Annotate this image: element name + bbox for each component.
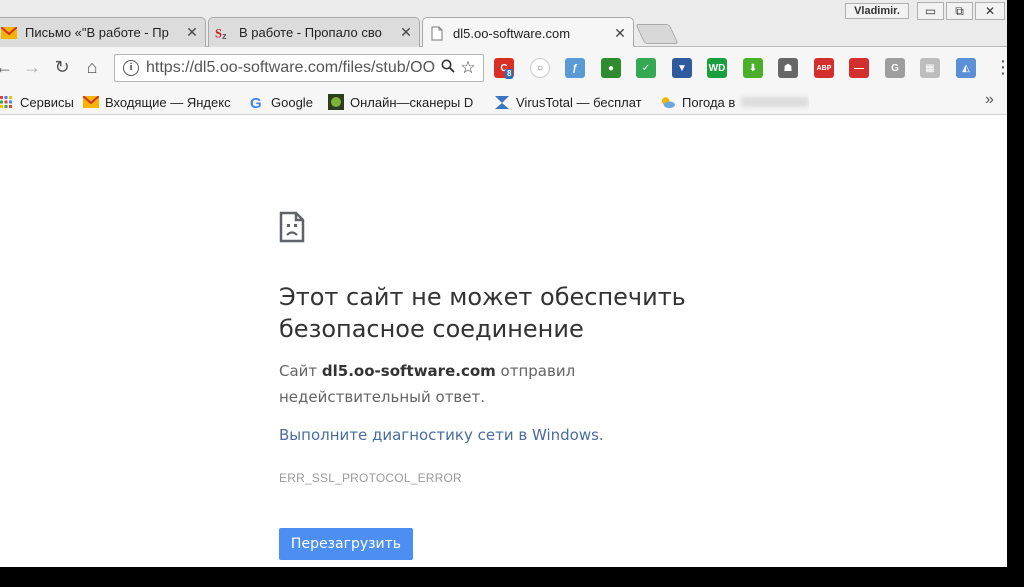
forward-button[interactable]: →: [22, 57, 42, 77]
download-arrow-extension-icon[interactable]: ⬇: [743, 58, 763, 78]
bookmark-label: VirusTotal — бесплат: [516, 94, 642, 110]
apps-grid-icon: [0, 94, 14, 110]
extension-badge: 8: [505, 69, 514, 79]
bookmark-star-icon[interactable]: ☆: [457, 58, 479, 78]
bookmark-label: Погода в: [682, 94, 736, 110]
svg-text:G: G: [250, 95, 262, 110]
wd-extension-icon[interactable]: WD: [707, 58, 727, 78]
sz-forum-icon: Sz: [215, 25, 231, 41]
redacted-text: [741, 97, 810, 107]
yandex-mail-icon: [83, 94, 99, 110]
tab-strip: Письмо «"В работе - Пр ✕ Sz В работе - П…: [0, 0, 1007, 48]
reload-button[interactable]: ↻: [52, 57, 72, 77]
svg-text:z: z: [222, 31, 227, 41]
url-text[interactable]: https://dl5.oo-software.com/files/stub/O…: [146, 59, 439, 77]
yandex-mail-icon: [1, 25, 17, 41]
shield-check-extension-icon[interactable]: ✓: [636, 58, 656, 78]
error-page: Этот сайт не может обеспечить безопасное…: [0, 116, 1007, 567]
abp-extension-icon[interactable]: ABP: [814, 58, 834, 78]
bookmark-label: Входящие — Яндекс: [105, 94, 231, 110]
frog-extension-icon[interactable]: ●: [601, 58, 621, 78]
tab-active-dl5[interactable]: dl5.oo-software.com ✕: [422, 17, 634, 48]
magnifier-extension-icon[interactable]: ○: [530, 58, 550, 78]
home-button[interactable]: ⌂: [82, 57, 102, 77]
g-extension-icon[interactable]: G: [885, 58, 905, 78]
grid-extension-icon[interactable]: ▦: [920, 58, 940, 78]
google-icon: G: [249, 94, 265, 110]
network-diagnostics-link[interactable]: Выполните диагностику сети в Windows.: [279, 426, 604, 444]
error-code: ERR_SSL_PROTOCOL_ERROR: [279, 471, 462, 485]
error-domain: dl5.oo-software.com: [321, 362, 496, 380]
bookmark-virustotal[interactable]: VirusTotal — бесплат: [494, 93, 644, 111]
tab-yandex-mail[interactable]: Письмо «"В работе - Пр ✕: [0, 17, 206, 47]
address-bar[interactable]: i https://dl5.oo-software.com/files/stub…: [114, 54, 484, 82]
scanner-icon: [328, 94, 344, 110]
profile-button[interactable]: Vladimir.: [845, 3, 909, 19]
tab-title: dl5.oo-software.com: [453, 25, 571, 41]
toolbar: ← → ↻ ⌂ i https://dl5.oo-software.com/fi…: [0, 47, 1007, 87]
broken-page-icon: [279, 211, 305, 248]
shield-extension-icon[interactable]: ▼: [672, 58, 692, 78]
svg-text:S: S: [215, 26, 222, 40]
close-icon[interactable]: ✕: [611, 25, 629, 42]
counter-extension-icon[interactable]: C8: [494, 58, 514, 79]
virustotal-icon: [494, 94, 510, 110]
close-window-button[interactable]: ✕: [975, 2, 1005, 20]
bookmark-label: Google: [271, 94, 313, 110]
info-icon[interactable]: i: [123, 60, 139, 76]
tab-forum[interactable]: Sz В работе - Пропало сво ✕: [208, 17, 420, 47]
stylus-extension-icon[interactable]: ƒ: [565, 58, 585, 78]
back-button[interactable]: ←: [0, 57, 14, 77]
bookmark-online-scanners[interactable]: Онлайн—сканеры D: [328, 93, 480, 111]
tab-title: В работе - Пропало сво: [239, 25, 382, 40]
menu-icon[interactable]: ⋮: [994, 57, 1007, 77]
error-description: Сайт dl5.oo-software.com отправил недейс…: [279, 358, 719, 410]
tab-title: Письмо «"В работе - Пр: [25, 25, 169, 40]
weather-icon: [660, 94, 676, 110]
bookmark-label: Сервисы: [20, 94, 74, 110]
ghost-extension-icon[interactable]: ☗: [778, 58, 798, 78]
bookmark-services[interactable]: Сервисы: [0, 93, 74, 111]
error-heading: Этот сайт не может обеспечить безопасное…: [279, 283, 686, 343]
description-prefix: Сайт: [279, 362, 322, 380]
reload-page-button[interactable]: Перезагрузить: [279, 528, 413, 560]
close-icon[interactable]: ✕: [397, 24, 415, 41]
bookmark-google[interactable]: G Google: [249, 93, 313, 111]
bookmark-yandex-inbox[interactable]: Входящие — Яндекс: [83, 93, 233, 111]
bookmark-label: Онлайн—сканеры D: [350, 94, 474, 110]
stop-extension-icon[interactable]: —: [849, 58, 869, 78]
browser-window: Письмо «"В работе - Пр ✕ Sz В работе - П…: [0, 0, 1007, 567]
bookmark-weather[interactable]: Погода в: [660, 93, 810, 111]
restore-button[interactable]: ⧉: [946, 2, 973, 20]
bookmarks-bar: Сервисы Входящие — Яндекс G Google Онлай…: [0, 87, 1007, 115]
minimize-button[interactable]: ▭: [917, 2, 944, 20]
close-icon[interactable]: ✕: [183, 24, 201, 41]
bookmarks-overflow-button[interactable]: »: [985, 91, 994, 109]
search-icon[interactable]: [439, 59, 457, 78]
new-tab-button[interactable]: [635, 24, 679, 44]
page-icon: [429, 25, 445, 41]
drop-extension-icon[interactable]: ◭: [956, 58, 976, 78]
